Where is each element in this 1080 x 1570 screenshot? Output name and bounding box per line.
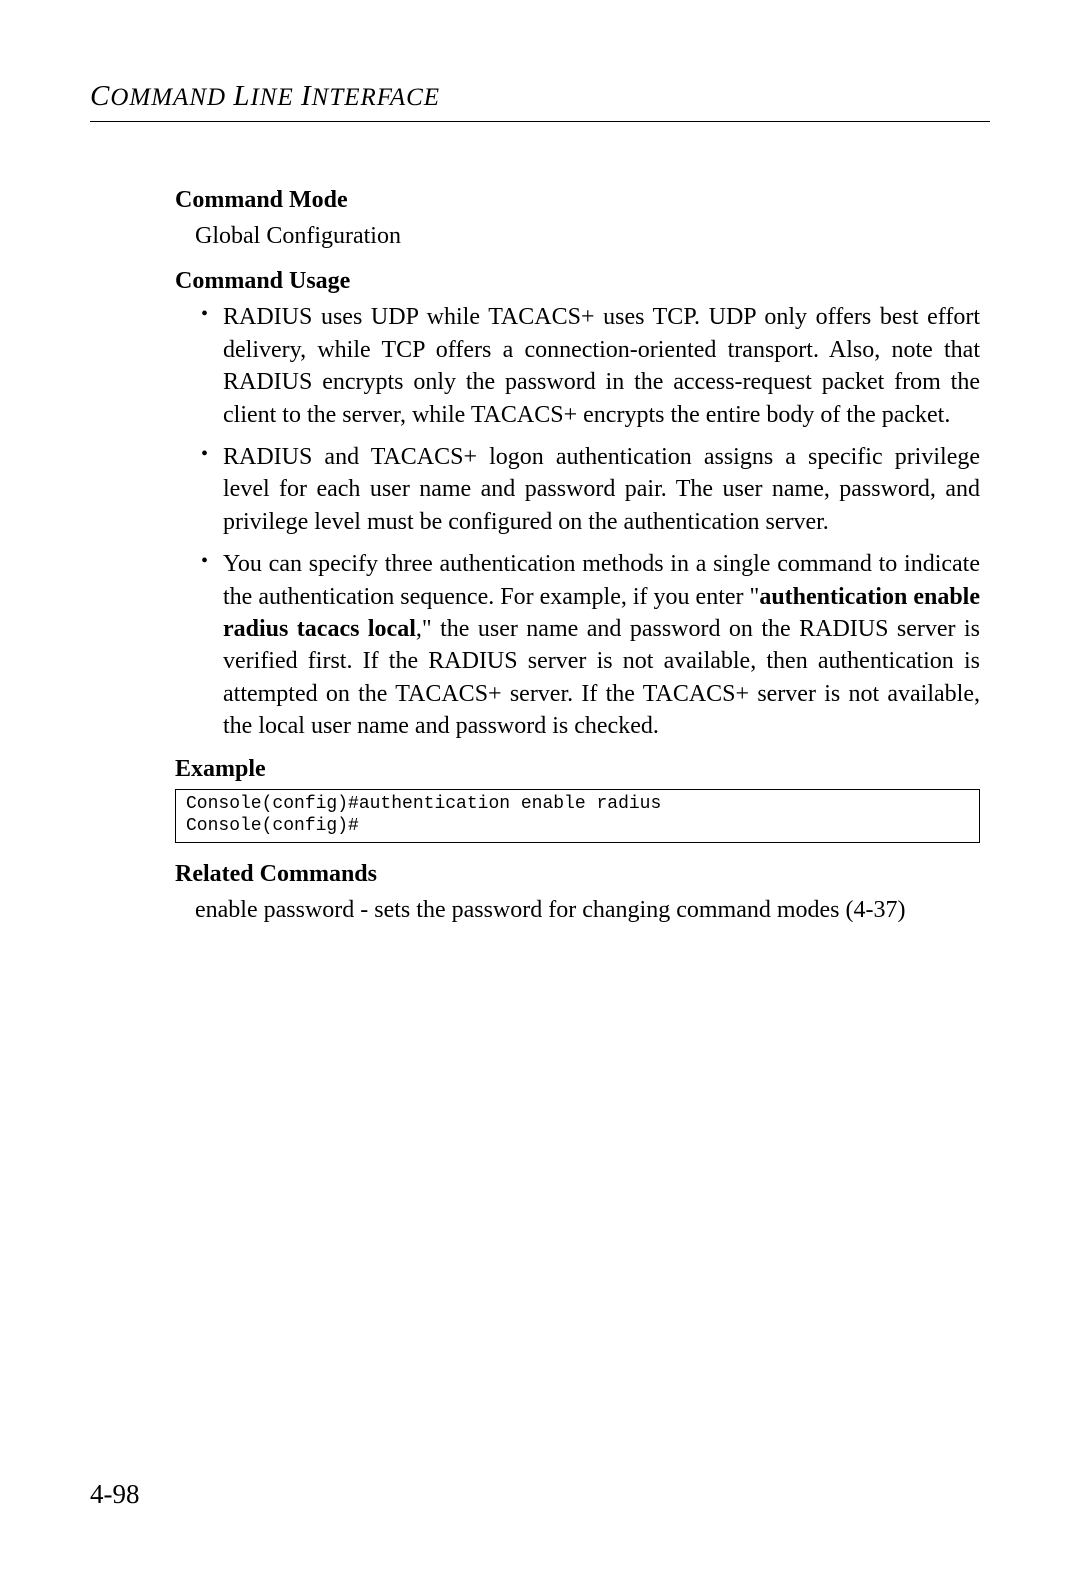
header-word2-cap: L (233, 80, 250, 112)
heading-related: Related Commands (175, 861, 980, 888)
heading-example: Example (175, 756, 980, 783)
heading-command-mode: Command Mode (175, 187, 980, 214)
usage-bullet-3: You can specify three authentication met… (195, 548, 980, 742)
page-header: COMMAND LINE INTERFACE (90, 80, 990, 122)
header-word3-cap: I (301, 80, 312, 112)
text-related: enable password - sets the password for … (195, 894, 980, 926)
usage-list: RADIUS uses UDP while TACACS+ uses TCP. … (195, 301, 980, 742)
page-number: 4-98 (90, 1479, 140, 1510)
header-word1-rest: OMMAND (110, 84, 226, 111)
example-code-block: Console(config)#authentication enable ra… (175, 789, 980, 842)
text-command-mode: Global Configuration (195, 220, 980, 252)
header-word2-rest: INE (250, 84, 293, 111)
content-area: Command Mode Global Configuration Comman… (90, 187, 990, 926)
header-word3-rest: NTERFACE (312, 84, 440, 111)
header-word1-cap: C (90, 80, 110, 112)
usage-bullet-1: RADIUS uses UDP while TACACS+ uses TCP. … (195, 301, 980, 431)
usage-bullet-2: RADIUS and TACACS+ logon authentication … (195, 441, 980, 538)
heading-command-usage: Command Usage (175, 268, 980, 295)
